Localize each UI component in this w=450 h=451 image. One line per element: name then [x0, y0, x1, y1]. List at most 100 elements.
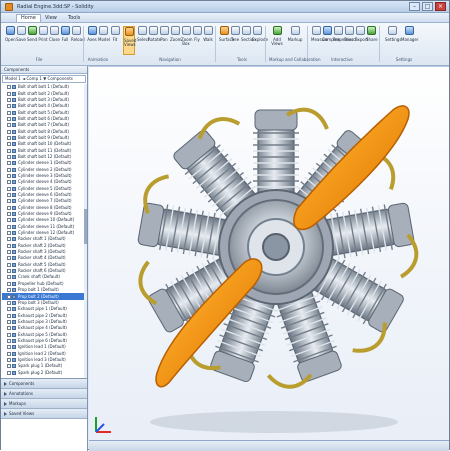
select-button[interactable]: Select	[137, 26, 149, 55]
checkbox-icon[interactable]	[7, 154, 11, 159]
checkbox-icon[interactable]	[7, 319, 11, 324]
checkbox-icon[interactable]	[7, 357, 11, 362]
checkbox-icon[interactable]	[7, 186, 11, 191]
checkbox-icon[interactable]	[7, 123, 11, 128]
checkbox-icon[interactable]	[7, 364, 11, 369]
accordion-components[interactable]: Components	[1, 379, 87, 389]
open-button[interactable]: Open	[5, 26, 16, 55]
checkbox-icon[interactable]	[7, 212, 11, 217]
settings-button[interactable]: Settings	[385, 26, 401, 55]
checkbox-icon[interactable]	[7, 110, 11, 115]
checkbox-icon[interactable]	[7, 205, 11, 210]
compare-button[interactable]: Compare	[322, 26, 340, 55]
menu-tools[interactable]: Tools	[64, 14, 84, 22]
save-button[interactable]: Save	[16, 26, 26, 55]
menu-home[interactable]: Home	[16, 14, 41, 22]
tree-row-label: Exhaust pipe 4 (Default)	[18, 325, 67, 331]
checkbox-icon[interactable]	[7, 142, 11, 147]
minimize-button[interactable]: –	[409, 2, 420, 11]
markup-button[interactable]: Markup	[287, 26, 303, 55]
checkbox-icon[interactable]	[7, 262, 11, 267]
manager-button[interactable]: Manager	[401, 26, 419, 55]
checkbox-icon[interactable]	[7, 313, 11, 318]
full-button[interactable]: Full	[60, 26, 70, 55]
section-button[interactable]: Section	[241, 26, 256, 55]
print-button[interactable]: Print	[38, 26, 48, 55]
surface-button[interactable]: Surface	[219, 26, 234, 55]
checkbox-icon[interactable]	[7, 97, 11, 102]
fly-button[interactable]: Fly	[192, 26, 202, 55]
search-button[interactable]: Search	[344, 26, 358, 55]
checkbox-icon[interactable]	[7, 345, 11, 350]
pan-button[interactable]: Pan	[159, 26, 169, 55]
axes-button[interactable]: Axes	[87, 26, 97, 55]
measure-button[interactable]: Measure	[311, 26, 328, 55]
checkbox-icon[interactable]	[7, 167, 11, 172]
checkbox-icon[interactable]	[7, 193, 11, 198]
saved-views-button[interactable]: Saved Views	[123, 26, 136, 55]
3d-viewport[interactable]	[89, 66, 449, 440]
checkbox-icon[interactable]	[7, 275, 11, 280]
send-button[interactable]: Send	[27, 26, 37, 55]
tree-button[interactable]: Tree	[230, 26, 240, 55]
model-button[interactable]: Model	[98, 26, 110, 55]
checkbox-icon[interactable]	[7, 129, 11, 134]
checkbox-icon[interactable]	[7, 173, 11, 178]
scrollbar-thumb[interactable]	[84, 209, 87, 244]
checkbox-icon[interactable]	[7, 326, 11, 331]
zoom-box-button[interactable]: Zoom Box	[181, 26, 193, 55]
checkbox-icon[interactable]	[7, 218, 11, 223]
checkbox-icon[interactable]	[7, 104, 11, 109]
zoom-button[interactable]: Zoom	[170, 26, 182, 55]
accordion-markups[interactable]: Markups	[1, 399, 87, 409]
checkbox-icon[interactable]	[7, 351, 11, 356]
accordion-saved-views[interactable]: Saved Views	[1, 409, 87, 419]
propeller-shaft[interactable]	[262, 233, 290, 261]
walk-button[interactable]: Walk	[203, 26, 213, 55]
maximize-button[interactable]: □	[422, 2, 433, 11]
checkbox-icon[interactable]	[7, 269, 11, 274]
add-views-button[interactable]: Add Views	[269, 26, 285, 55]
checkbox-icon[interactable]	[7, 370, 11, 375]
checkbox-icon[interactable]	[7, 91, 11, 96]
tree-row[interactable]: Spark plug 2 (Default)	[2, 369, 84, 375]
checkbox-icon[interactable]	[7, 288, 11, 293]
checkbox-icon[interactable]	[7, 135, 11, 140]
checkbox-icon[interactable]	[7, 300, 11, 305]
checkbox-icon[interactable]	[7, 256, 11, 261]
checkbox-icon[interactable]	[7, 231, 11, 236]
checkbox-icon[interactable]	[7, 85, 11, 90]
part-icon	[12, 345, 16, 350]
reload-button[interactable]: Reload	[71, 26, 85, 55]
checkbox-icon[interactable]	[7, 116, 11, 121]
checkbox-icon[interactable]	[7, 307, 11, 312]
properties-button[interactable]: Properties	[333, 26, 353, 55]
checkbox-icon[interactable]	[7, 294, 11, 299]
checkbox-icon[interactable]	[7, 199, 11, 204]
component-filter-field[interactable]: Model 1 ◄ Comp 1 ▼ Components	[2, 75, 86, 83]
checkbox-icon[interactable]	[7, 243, 11, 248]
checkbox-icon[interactable]	[7, 161, 11, 166]
share-button[interactable]: Share	[366, 26, 378, 55]
accordion-annotations[interactable]: Annotations	[1, 389, 87, 399]
checkbox-icon[interactable]	[7, 148, 11, 153]
menu-view[interactable]: View	[41, 14, 61, 22]
save-icon	[16, 26, 26, 35]
checkbox-icon[interactable]	[7, 224, 11, 229]
checkbox-icon[interactable]	[7, 250, 11, 255]
explode-button[interactable]: Explode	[252, 26, 268, 55]
checkbox-icon[interactable]	[7, 180, 11, 185]
radial-engine-model[interactable]	[89, 67, 449, 440]
close-button[interactable]: ×	[435, 2, 446, 11]
checkbox-icon[interactable]	[7, 338, 11, 343]
component-tree-scrollbar[interactable]	[84, 84, 87, 378]
tree-row-label: Cylinder sleeve 6 (Default)	[18, 192, 72, 198]
checkbox-icon[interactable]	[7, 332, 11, 337]
close-model-button[interactable]: Close	[49, 26, 60, 55]
checkbox-icon[interactable]	[7, 237, 11, 242]
export-button[interactable]: Export	[355, 26, 368, 55]
checkbox-icon[interactable]	[7, 281, 11, 286]
rotate-button[interactable]: Rotate	[148, 26, 161, 55]
app-logo-icon	[5, 3, 13, 11]
fit-button[interactable]: Fit	[109, 26, 121, 55]
